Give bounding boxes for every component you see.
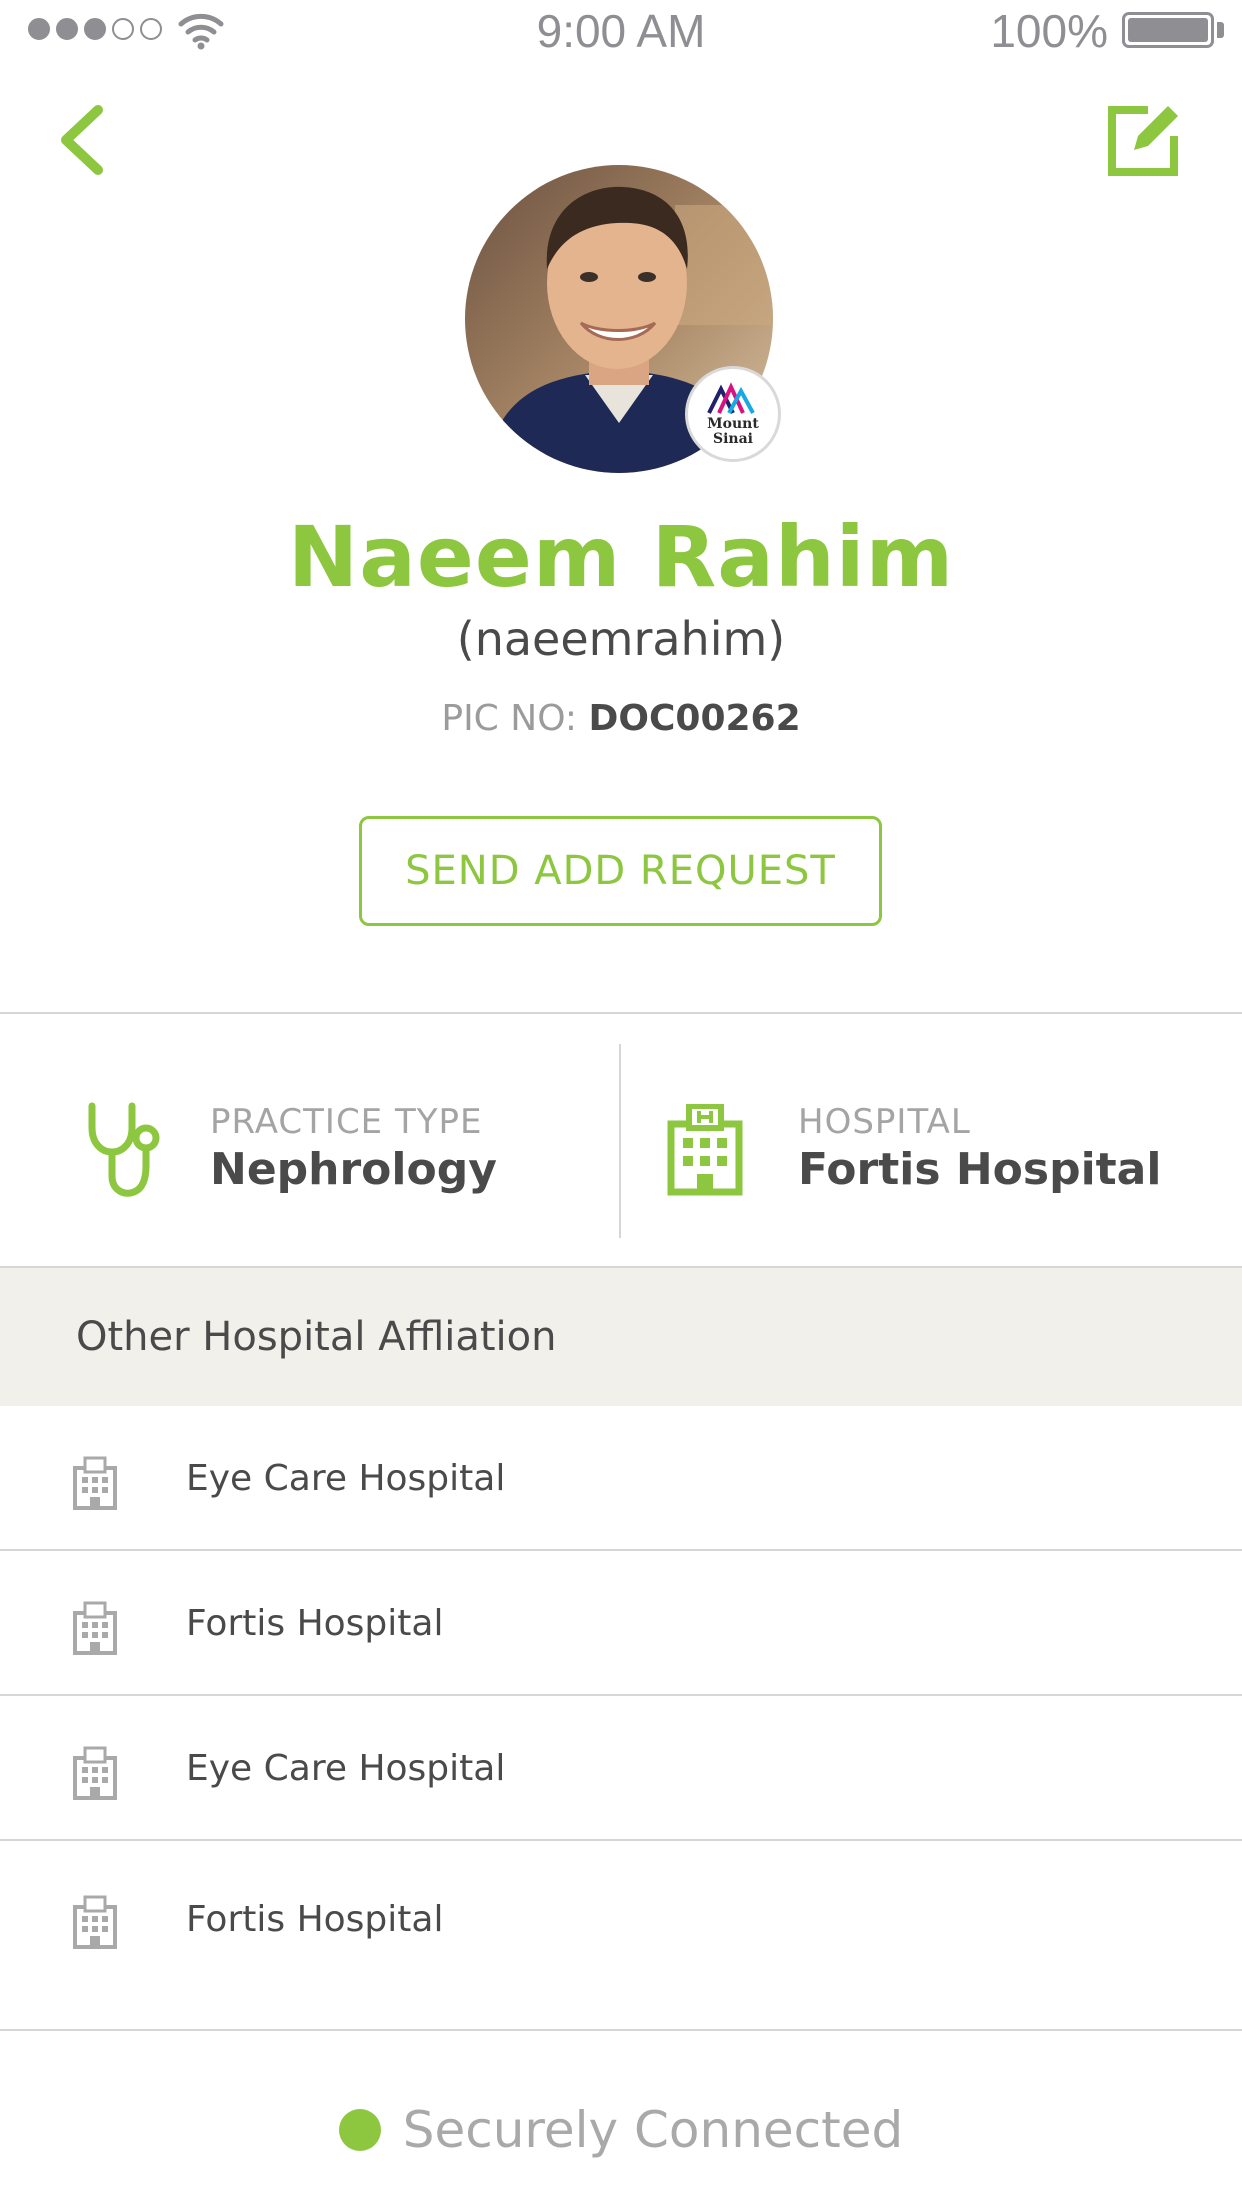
chevron-left-icon	[61, 105, 103, 175]
pic-number: PIC NO: DOC00262	[0, 698, 1242, 739]
hospital-badge: Mount Sinai	[685, 366, 781, 462]
hospital-building-icon	[73, 1601, 117, 1655]
back-button[interactable]	[50, 100, 120, 180]
profile-name: Naeem Rahim	[287, 508, 955, 606]
affiliation-list: Eye Care Hospital Fortis Hospital Eye Ca…	[0, 1406, 1242, 2031]
list-item[interactable]: Fortis Hospital	[0, 1841, 1242, 2031]
connection-status-text: Securely Connected	[402, 2101, 904, 2159]
section-title: Other Hospital Affliation	[76, 1314, 557, 1360]
status-bar: 9:00 AM 100%	[0, 0, 1242, 60]
practice-type-label: PRACTICE TYPE	[210, 1102, 483, 1142]
practice-type-value: Nephrology	[210, 1144, 497, 1195]
info-row: PRACTICE TYPE Nephrology HOSPITAL Fortis…	[0, 1014, 1242, 1266]
hospital-label: HOSPITAL	[798, 1102, 971, 1142]
affiliation-section-header: Other Hospital Affliation	[0, 1268, 1242, 1406]
status-dot-icon	[338, 2109, 381, 2151]
hospital-building-icon	[73, 1456, 117, 1510]
list-item-label: Eye Care Hospital	[186, 1458, 506, 1499]
profile-username: (naeemrahim)	[456, 612, 786, 666]
battery-icon	[1122, 12, 1214, 48]
list-item[interactable]: Eye Care Hospital	[0, 1696, 1242, 1841]
edit-button[interactable]	[1104, 100, 1184, 180]
stethoscope-icon	[88, 1102, 160, 1197]
pic-value: DOC00262	[588, 698, 801, 739]
connection-status: Securely Connected	[0, 2090, 1242, 2170]
list-item[interactable]: Fortis Hospital	[0, 1551, 1242, 1696]
list-item-label: Fortis Hospital	[186, 1899, 444, 1940]
hospital-building-icon	[667, 1104, 743, 1196]
send-add-request-button[interactable]: SEND ADD REQUEST	[359, 816, 882, 926]
hospital-value: Fortis Hospital	[798, 1144, 1162, 1195]
mount-sinai-logo	[707, 382, 755, 414]
practice-type-cell: PRACTICE TYPE Nephrology	[0, 1014, 619, 1266]
list-item-label: Eye Care Hospital	[186, 1748, 506, 1789]
hospital-building-icon	[73, 1895, 117, 1949]
pic-label: PIC NO:	[441, 698, 578, 739]
hospital-building-icon	[73, 1746, 117, 1800]
list-item-label: Fortis Hospital	[186, 1603, 444, 1644]
hospital-cell: HOSPITAL Fortis Hospital	[621, 1014, 1242, 1266]
edit-icon	[1108, 106, 1178, 176]
badge-text: Mount Sinai	[707, 416, 759, 447]
battery-nub	[1217, 22, 1224, 38]
list-item[interactable]: Eye Care Hospital	[0, 1406, 1242, 1551]
battery-percentage: 100%	[990, 5, 1108, 57]
